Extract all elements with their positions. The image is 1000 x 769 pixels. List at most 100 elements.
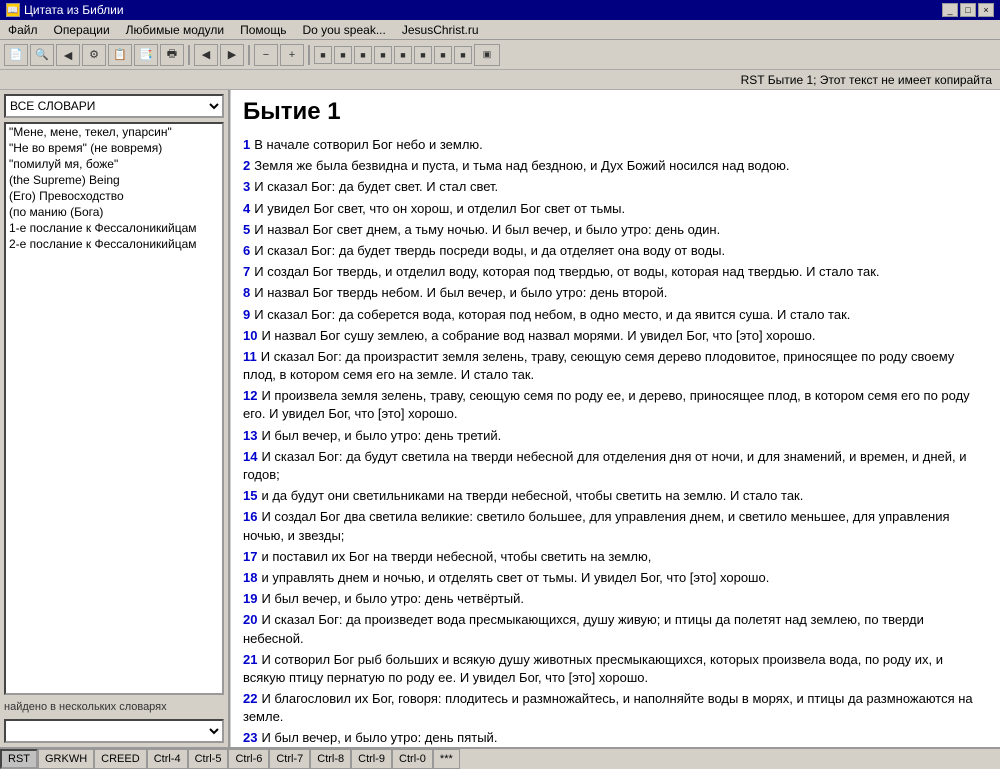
toolbar-minus-button[interactable]: −: [254, 44, 278, 66]
verses-container: 1В начале сотворил Бог небо и землю.2Зем…: [243, 136, 988, 747]
toolbar-search-button[interactable]: 🔍: [30, 44, 54, 66]
verse-number[interactable]: 15: [243, 488, 257, 503]
verse-number[interactable]: 21: [243, 652, 257, 667]
status-ctrl4-button[interactable]: Ctrl-4: [147, 749, 188, 769]
verse-number[interactable]: 9: [243, 307, 250, 322]
verse-number[interactable]: 17: [243, 549, 257, 564]
verse-row: 16И создал Бог два светила великие: свет…: [243, 508, 988, 544]
verse-row: 15и да будут они светильниками на тверди…: [243, 487, 988, 505]
verse-number[interactable]: 20: [243, 612, 257, 627]
verse-number[interactable]: 6: [243, 243, 250, 258]
toolbar-func2-button[interactable]: ■: [334, 46, 352, 64]
toolbar-separator-1: [188, 45, 190, 65]
status-ctrl0-button[interactable]: Ctrl-0: [392, 749, 433, 769]
main-layout: ВСЕ СЛОВАРИ "Мене, мене, текел, упарсин"…: [0, 90, 1000, 747]
verse-number[interactable]: 4: [243, 201, 250, 216]
verse-row: 14И сказал Бог: да будут светила на твер…: [243, 448, 988, 484]
toolbar-next-button[interactable]: ▶: [220, 44, 244, 66]
toolbar-separator-3: [308, 45, 310, 65]
status-rst-button[interactable]: RST: [0, 749, 38, 769]
dict-list-item[interactable]: (the Supreme) Being: [6, 172, 222, 188]
verse-number[interactable]: 3: [243, 179, 250, 194]
toolbar-func8-button[interactable]: ■: [454, 46, 472, 64]
toolbar-copy-button[interactable]: 📋: [108, 44, 132, 66]
info-bar: RST Бытие 1; Этот текст не имеет копирай…: [0, 70, 1000, 90]
verse-row: 6И сказал Бог: да будет твердь посреди в…: [243, 242, 988, 260]
toolbar-func7-button[interactable]: ■: [434, 46, 452, 64]
left-panel: ВСЕ СЛОВАРИ "Мене, мене, текел, упарсин"…: [0, 90, 230, 747]
search-select[interactable]: [4, 719, 224, 743]
verse-number[interactable]: 18: [243, 570, 257, 585]
verse-row: 17и поставил их Бог на тверди небесной, …: [243, 548, 988, 566]
verse-number[interactable]: 19: [243, 591, 257, 606]
verse-number[interactable]: 8: [243, 285, 250, 300]
toolbar-separator-2: [248, 45, 250, 65]
app-icon: 📖: [6, 3, 20, 17]
toolbar-settings-button[interactable]: ⚙: [82, 44, 106, 66]
dict-list-item[interactable]: (по манию (Бога): [6, 204, 222, 220]
toolbar-new-button[interactable]: 📄: [4, 44, 28, 66]
maximize-button[interactable]: □: [960, 3, 976, 17]
toolbar-func1-button[interactable]: ■: [314, 46, 332, 64]
verse-number[interactable]: 16: [243, 509, 257, 524]
status-ctrl8-button[interactable]: Ctrl-8: [310, 749, 351, 769]
status-ctrl9-button[interactable]: Ctrl-9: [351, 749, 392, 769]
toolbar-func3-button[interactable]: ■: [354, 46, 372, 64]
minimize-button[interactable]: _: [942, 3, 958, 17]
toolbar-back-button[interactable]: ◄: [56, 44, 80, 66]
status-creed-button[interactable]: CREED: [94, 749, 147, 769]
menu-help[interactable]: Помощь: [236, 22, 290, 38]
verse-row: 8И назвал Бог твердь небом. И был вечер,…: [243, 284, 988, 302]
dict-list-item[interactable]: "Мене, мене, текел, упарсин": [6, 124, 222, 140]
dictionary-select[interactable]: ВСЕ СЛОВАРИ: [4, 94, 224, 118]
verse-number[interactable]: 12: [243, 388, 257, 403]
verse-row: 4И увидел Бог свет, что он хорош, и отде…: [243, 200, 988, 218]
dict-list-item[interactable]: 2-е послание к Фессалоникийцам: [6, 236, 222, 252]
verse-number[interactable]: 10: [243, 328, 257, 343]
menu-language[interactable]: Do you speak...: [298, 22, 389, 38]
status-ctrl5-button[interactable]: Ctrl-5: [188, 749, 229, 769]
dictionary-list: "Мене, мене, текел, упарсин""Не во время…: [4, 122, 224, 695]
verse-number[interactable]: 2: [243, 158, 250, 173]
verse-row: 11И сказал Бог: да произрастит земля зел…: [243, 348, 988, 384]
verse-number[interactable]: 13: [243, 428, 257, 443]
toolbar-func9-button[interactable]: ▣: [474, 44, 500, 66]
bible-text-panel[interactable]: Бытие 1 1В начале сотворил Бог небо и зе…: [230, 90, 1000, 747]
chapter-title: Бытие 1: [243, 98, 988, 126]
verse-row: 13И был вечер, и было утро: день третий.: [243, 427, 988, 445]
toolbar: 📄 🔍 ◄ ⚙ 📋 📑 🖶 ◀ ▶ − + ■ ■ ■ ■ ■ ■ ■ ■ ▣: [0, 40, 1000, 70]
toolbar-func5-button[interactable]: ■: [394, 46, 412, 64]
toolbar-func4-button[interactable]: ■: [374, 46, 392, 64]
toolbar-plus-button[interactable]: +: [280, 44, 304, 66]
dict-list-item[interactable]: 1-е послание к Фессалоникийцам: [6, 220, 222, 236]
verse-row: 3И сказал Бог: да будет свет. И стал све…: [243, 178, 988, 196]
status-more-button[interactable]: ***: [433, 749, 460, 769]
dict-list-item[interactable]: "Не во время" (не вовремя): [6, 140, 222, 156]
menu-file[interactable]: Файл: [4, 22, 42, 38]
verse-number[interactable]: 5: [243, 222, 250, 237]
status-grkwh-button[interactable]: GRKWH: [38, 749, 94, 769]
verse-row: 19И был вечер, и было утро: день четвёрт…: [243, 590, 988, 608]
verse-number[interactable]: 23: [243, 730, 257, 745]
menu-site[interactable]: JesusChrist.ru: [398, 22, 483, 38]
verse-number[interactable]: 11: [243, 349, 257, 364]
toolbar-paste-button[interactable]: 📑: [134, 44, 158, 66]
dict-list-item[interactable]: "помилуй мя, боже": [6, 156, 222, 172]
found-label: найдено в нескольких словарях: [4, 699, 224, 715]
verse-row: 22И благословил их Бог, говоря: плодитес…: [243, 690, 988, 726]
verse-number[interactable]: 1: [243, 137, 250, 152]
status-ctrl7-button[interactable]: Ctrl-7: [269, 749, 310, 769]
verse-number[interactable]: 22: [243, 691, 257, 706]
status-ctrl6-button[interactable]: Ctrl-6: [228, 749, 269, 769]
toolbar-func6-button[interactable]: ■: [414, 46, 432, 64]
verse-number[interactable]: 7: [243, 264, 250, 279]
dict-list-item[interactable]: (Его) Превосходство: [6, 188, 222, 204]
menu-bar: Файл Операции Любимые модули Помощь Do y…: [0, 20, 1000, 40]
menu-favorites[interactable]: Любимые модули: [122, 22, 228, 38]
menu-operations[interactable]: Операции: [50, 22, 114, 38]
toolbar-prev-button[interactable]: ◀: [194, 44, 218, 66]
verse-row: 9И сказал Бог: да соберется вода, котора…: [243, 306, 988, 324]
toolbar-print-button[interactable]: 🖶: [160, 44, 184, 66]
close-button[interactable]: ×: [978, 3, 994, 17]
verse-number[interactable]: 14: [243, 449, 257, 464]
